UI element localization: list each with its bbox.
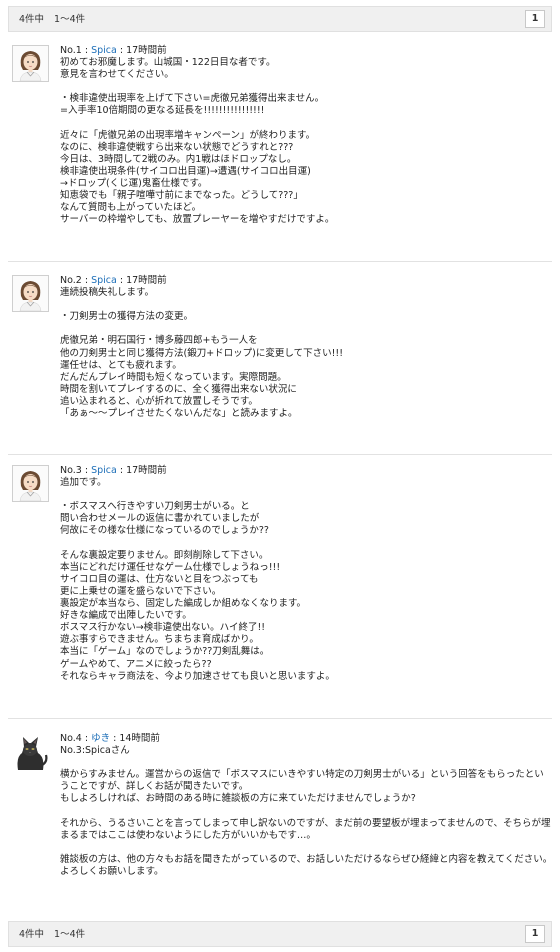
- post-username-link[interactable]: ゆき: [91, 733, 110, 744]
- post-line: 他の刀剣男士と同じ獲得方法(鍛刀+ドロップ)に変更して下さい!!!: [60, 347, 344, 359]
- post-body: No.1 : Spica : 17時間前 初めてお邪魔します。山城国・122日目…: [60, 45, 552, 226]
- post-line: 更に上乗せの運を盛らないで下さい。: [60, 585, 222, 597]
- post-meta: No.1 : Spica : 17時間前: [60, 45, 167, 56]
- post-line: [60, 538, 552, 550]
- post-divider: [8, 454, 552, 455]
- result-range: 1〜4件: [54, 929, 86, 940]
- post-text: 初めてお邪魔します。山城国・122日目な者です。 意見を言わせてください。 ・検…: [60, 57, 552, 226]
- post-line: 遊ぶ事すらできません。ちまちま育成ばかり。: [60, 634, 259, 646]
- post-number: No.1: [60, 45, 82, 56]
- result-count: 4件中 1〜4件: [19, 14, 85, 26]
- post-number: No.4: [60, 733, 82, 744]
- post-divider: [8, 261, 552, 262]
- post-number: No.2: [60, 275, 82, 286]
- post-line: もしよろしければ、お時間のある時に雑談板の方に来ていただけませんでしょうか?: [60, 793, 416, 805]
- post-line: よろしくお願いします。: [60, 866, 164, 878]
- post-line: ゲームやめて、アニメに絞ったら??: [60, 658, 212, 670]
- pager-top: 4件中 1〜4件 1: [8, 6, 552, 32]
- post-line: それならキャラ商法を、今より加速させても良いと思いますよ。: [60, 670, 335, 682]
- post-username-link[interactable]: Spica: [91, 465, 117, 476]
- post-line: [60, 323, 552, 335]
- post-line: 連続投稿失礼します。: [60, 287, 155, 299]
- avatar-girl-icon: [13, 276, 48, 311]
- post-text: 追加です。 ・ボスマスへ行きやすい刀剣男士がいる。と 問い合わせメールの返信に書…: [60, 477, 552, 683]
- post-reply-reference: No.3:Spicaさん: [60, 745, 130, 757]
- result-range: 1〜4件: [54, 14, 86, 25]
- post-line: ・ボスマスへ行きやすい刀剣男士がいる。と: [60, 501, 250, 513]
- post-meta: No.3 : Spica : 17時間前: [60, 465, 167, 476]
- avatar[interactable]: [12, 465, 49, 502]
- post-line: ・刀剣男士の獲得方法の変更。: [60, 311, 194, 323]
- post-time: 17時間前: [126, 45, 167, 56]
- avatar-cat-icon: [12, 733, 49, 770]
- avatar-girl-icon: [13, 466, 48, 501]
- post-line: [60, 806, 552, 818]
- post-line: サーバーの枠増やしても、放置プレーヤーを増やすだけですよ。: [60, 214, 335, 226]
- post-line: 虎徹兄弟・明石国行・博多藤四郎+もう一人を: [60, 335, 258, 347]
- post-body: No.4 : ゆき : 14時間前 No.3:Spicaさん 横からすみません。…: [60, 733, 552, 878]
- post-time: 14時間前: [119, 733, 160, 744]
- post-line: 「あぁ〜〜プレイさせたくないんだな」と読みますよ。: [60, 408, 298, 420]
- post-divider: [8, 718, 552, 719]
- avatar[interactable]: [12, 733, 49, 770]
- post-line: 運任せは、とても疲れます。: [60, 359, 182, 371]
- post-line: だんだんプレイ時間も短くなっています。実際問題。: [60, 371, 287, 383]
- post-username-link[interactable]: Spica: [91, 275, 117, 286]
- post-line: そんな裏設定要りません。即刻削除して下さい。: [60, 549, 269, 561]
- avatar[interactable]: [12, 275, 49, 312]
- post-line: なんて質問も上がっていたほど。: [60, 202, 202, 214]
- post-line: [60, 757, 552, 769]
- avatar-girl-icon: [13, 46, 48, 81]
- result-count: 4件中 1〜4件: [19, 929, 85, 941]
- page-1-button[interactable]: 1: [525, 925, 545, 943]
- post-line: 何故にその様な仕様になっているのでしょうか??: [60, 525, 269, 537]
- post-line: それから、うるさいことを言ってしまって申し訳ないのですが、まだ前の要望板が埋まっ…: [60, 817, 551, 841]
- result-total: 4件中: [19, 929, 45, 940]
- post-time: 17時間前: [126, 465, 167, 476]
- post-line: 時間を割いてプレイするのに、全く獲得出来ない状況に: [60, 383, 297, 395]
- post-line: →ドロップ(くじ運)鬼畜仕様です。: [60, 178, 208, 190]
- post-line: なのに、検非違使戦すら出来ない状態でどうすれと???: [60, 141, 294, 153]
- post-line: サイコロ目の運は、仕方ないと目をつぶっても: [60, 573, 259, 585]
- post-line: [60, 842, 552, 854]
- post-line: [60, 299, 552, 311]
- post-line: 問い合わせメールの返信に書かれていましたが: [60, 513, 260, 525]
- pager-bottom: 4件中 1〜4件 1: [8, 921, 552, 947]
- post-number: No.3: [60, 465, 82, 476]
- post-line: 裏設定が本当なら、固定した編成しか組めなくなります。: [60, 598, 307, 610]
- post-line: [60, 81, 552, 93]
- post-line: 本当に「ゲーム」なのでしょうか??刀剣乱舞は。: [60, 646, 270, 658]
- post-line: 知恵袋でも「親子喧嘩寸前にまでなった。どうして???」: [60, 190, 303, 202]
- post-body: No.2 : Spica : 17時間前 連続投稿失礼します。 ・刀剣男士の獲得…: [60, 275, 552, 420]
- post-line: 追い込まれると、心が折れて放置しそうです。: [60, 395, 258, 407]
- post-line: ・検非違使出現率を上げて下さい=虎徹兄弟獲得出来ません。: [60, 93, 325, 105]
- post-line: [60, 118, 552, 130]
- post-line: 意見を言わせてください。: [60, 69, 174, 81]
- post-line: 追加です。: [60, 477, 107, 489]
- page-1-button[interactable]: 1: [525, 10, 545, 28]
- post-line: 近々に「虎徹兄弟の出現率増キャンペーン」が終わります。: [60, 129, 316, 141]
- result-total: 4件中: [19, 14, 45, 25]
- post-text: No.3:Spicaさん 横からすみません。運営からの返信で「ボスマスにいきやす…: [60, 745, 552, 878]
- post-body: No.3 : Spica : 17時間前 追加です。 ・ボスマスへ行きやすい刀剣…: [60, 465, 552, 683]
- post-line: 好きな編成で出陣したいです。: [60, 610, 192, 622]
- post-line: 今日は、3時間して2戦のみ。内1戦はほドロップなし。: [60, 153, 297, 165]
- post-line: 初めてお邪魔します。山城国・122日目な者です。: [60, 57, 276, 69]
- post-line: 横からすみません。運営からの返信で「ボスマスにいきやすい特定の刀剣男士がいる」と…: [60, 769, 544, 793]
- post-time: 17時間前: [126, 275, 167, 286]
- post-username-link[interactable]: Spica: [91, 45, 117, 56]
- post-line: 検非違使出現条件(サイコロ出目運)→遭遇(サイコロ出目運): [60, 165, 311, 177]
- post-line: 雑談板の方は、他の方々もお話を聞きたがっているので、お話しいただけるならぜひ経緯…: [60, 853, 553, 865]
- post-meta: No.4 : ゆき : 14時間前: [60, 733, 160, 744]
- post-line: =入手率10倍期間の更なる延長を!!!!!!!!!!!!!!!!: [60, 105, 265, 117]
- post-line: [60, 489, 552, 501]
- post-meta: No.2 : Spica : 17時間前: [60, 275, 167, 286]
- post-line: ボスマス行かない→検非違使出ない。ハイ終了!!: [60, 622, 266, 634]
- post-line: 本当にどれだけ運任せなゲーム仕様でしょうねっ!!!: [60, 561, 281, 573]
- post-text: 連続投稿失礼します。 ・刀剣男士の獲得方法の変更。 虎徹兄弟・明石国行・博多藤四…: [60, 287, 552, 420]
- avatar[interactable]: [12, 45, 49, 82]
